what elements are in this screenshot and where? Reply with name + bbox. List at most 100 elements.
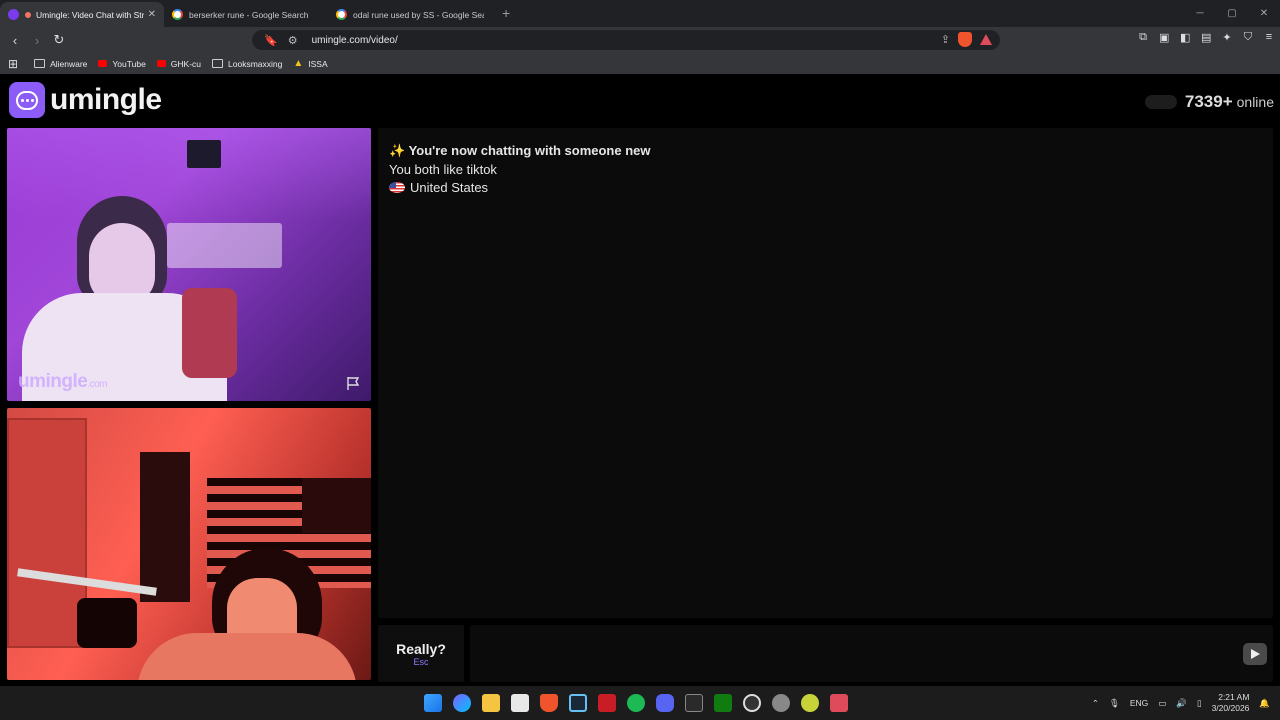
minimize-icon[interactable]: ─ [1184,8,1216,19]
folder-icon [34,59,46,68]
brave-shields-icon[interactable] [958,32,972,47]
report-flag-icon[interactable] [345,375,361,391]
youtube-icon [98,60,108,67]
tray-overflow-icon[interactable]: ⌃ [1092,698,1099,709]
share-icon[interactable]: ⇪ [941,33,950,46]
url-text[interactable]: umingle.com/video/ [312,35,398,46]
spotify-icon[interactable] [627,694,645,712]
bookmark-ghk-cu[interactable]: GHK-cu [156,58,202,69]
skip-button[interactable]: Really? Esc [378,625,464,682]
discord-icon[interactable] [656,694,674,712]
forward-icon[interactable]: › [26,33,48,48]
door [7,418,87,648]
google-favicon-icon [336,9,347,20]
skip-hint: Esc [413,657,429,667]
microphone-icon[interactable]: 🎙 [1109,698,1120,709]
apps-grid-icon[interactable]: ⊞ [8,57,18,71]
red-app-icon[interactable] [598,694,616,712]
epic-games-icon[interactable] [685,694,703,712]
bookmark-label: GHK-cu [170,58,202,69]
bookmark-youtube[interactable]: YouTube [98,58,146,69]
country-message: United States [389,180,488,195]
triangle-app-icon[interactable] [830,694,848,712]
theme-toggle[interactable] [1144,95,1177,109]
bookmark-issa[interactable]: ▲ ISSA [293,58,327,69]
bookmark-label: YouTube [112,58,146,69]
store-icon[interactable] [511,694,529,712]
bookmark-looksmaxxing[interactable]: Looksmaxxing [212,59,282,69]
vpn-icon[interactable]: ⛉ [1243,31,1253,44]
site-logo[interactable]: umingle [9,82,162,118]
brave-icon[interactable] [540,694,558,712]
tab-berserker-rune[interactable]: berserker rune - Google Search [164,2,328,27]
excel-icon[interactable] [714,694,732,712]
app-icon[interactable] [801,694,819,712]
logo-text: umingle [50,83,162,116]
bookmark-label: Looksmaxxing [228,58,283,69]
bookmark-label: Alienware [50,58,88,69]
bookmark-icon[interactable]: 🔖 [264,34,278,47]
reload-icon[interactable]: ↻ [48,32,70,48]
gaming-chair [182,288,237,378]
browser-toolbar: ‹ › ↻ 🔖 ⚙ umingle.com/video/ ⇪ ⧉ ▣ ◧ ▤ ✦… [0,27,1280,53]
menu-icon[interactable]: ≡ [1264,31,1274,44]
windows-taskbar: ⌃ 🎙 ENG ▭ 🔊 ▯ 2:21 AM 3/20/2026 🔔 [0,686,1280,720]
send-arrow-icon [1250,649,1260,659]
copilot-icon[interactable] [453,694,471,712]
address-bar[interactable]: 🔖 ⚙ umingle.com/video/ ⇪ [252,30,1000,50]
bookmark-label: ISSA [308,58,328,69]
tab-title: Umingle: Video Chat with Str [36,9,144,20]
tab-title: berserker rune - Google Search [189,9,309,20]
extensions-icon[interactable]: ⧉ [1138,31,1148,44]
shelf-lights [167,223,282,268]
close-window-icon[interactable]: ✕ [1248,8,1280,19]
notifications-icon[interactable]: 🔔 [1259,698,1270,709]
language-indicator[interactable]: ENG [1130,698,1148,708]
back-icon[interactable]: ‹ [4,33,26,48]
clock-time: 2:21 AM [1218,692,1250,702]
online-count: 7339+ [1184,92,1233,111]
app-icon[interactable] [743,694,761,712]
common-interest-message: You both like tiktok [389,162,497,177]
clock-date: 3/20/2026 [1211,703,1250,713]
clock[interactable]: 2:21 AM 3/20/2026 [1212,692,1250,714]
bookmark-alienware[interactable]: Alienware [34,59,87,69]
skip-label: Really? [396,641,446,657]
new-tab-button[interactable]: + [492,5,520,27]
start-icon[interactable] [424,694,442,712]
us-flag-icon [389,182,405,193]
person-face [89,223,155,303]
tab-odal-rune[interactable]: odal rune used by SS - Google Search [328,2,492,27]
online-counter: 7339+ online [1144,92,1274,112]
maximize-icon[interactable]: ▢ [1216,8,1248,19]
brave-rewards-icon[interactable] [980,34,992,45]
composer: Really? Esc [378,625,1273,682]
address-bar-actions: ⇪ [941,32,992,47]
bookmarks-bar: ⊞ Alienware YouTube GHK-cu Looksmaxxing … [0,53,1280,74]
send-button[interactable] [1243,643,1267,665]
site-settings-icon[interactable]: ⚙ [288,34,298,47]
tab-umingle[interactable]: Umingle: Video Chat with Str ✕ [0,2,164,27]
volume-icon[interactable]: 🔊 [1176,698,1187,709]
self-video [7,408,371,680]
chat-log: ✨ You're now chatting with someone new Y… [378,128,1273,618]
message-input[interactable] [470,625,1273,682]
microphone [77,598,137,648]
person-shoulders [137,633,357,680]
stranger-video: umingle.com [7,128,371,401]
sidebar-icon[interactable]: ◧ [1180,31,1190,44]
leo-ai-icon[interactable]: ✦ [1222,31,1232,44]
steam-icon[interactable] [569,694,587,712]
folder-icon [212,59,224,68]
tab-search-icon[interactable]: ▤ [1201,31,1211,44]
battery-icon[interactable]: ▯ [1197,698,1202,709]
umingle-page: umingle 7339+ online umingle.com ✨ You'r… [0,74,1280,686]
network-icon[interactable]: ▭ [1158,698,1166,709]
tab-strip: Umingle: Video Chat with Str ✕ berserker… [0,0,1280,27]
wallet-icon[interactable]: ▣ [1159,31,1169,44]
settings-icon[interactable] [772,694,790,712]
file-explorer-icon[interactable] [482,694,500,712]
close-tab-icon[interactable]: ✕ [148,9,156,20]
system-tray: ⌃ 🎙 ENG ▭ 🔊 ▯ 2:21 AM 3/20/2026 🔔 [1092,692,1270,714]
recording-indicator-icon [25,11,31,18]
